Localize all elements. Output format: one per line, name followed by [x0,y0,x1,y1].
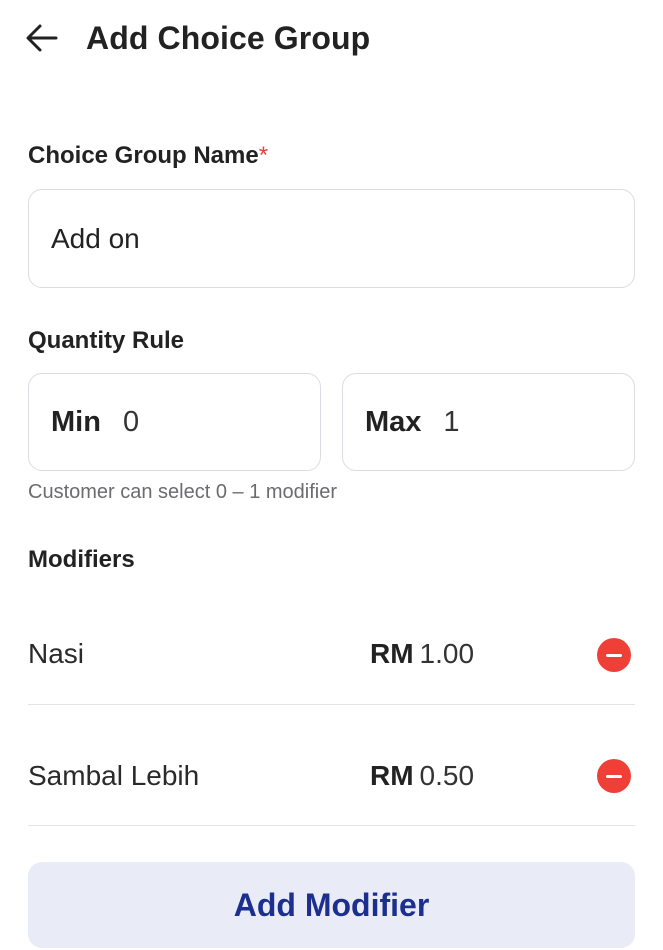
modifier-price: RM 0.50 [370,759,474,793]
modifier-price: RM 1.00 [370,637,474,671]
modifier-price-value: 1.00 [419,638,475,669]
min-quantity-field[interactable]: Min [28,373,321,471]
required-mark: * [258,142,269,169]
modifier-price-value: 0.50 [419,760,475,791]
arrow-left-icon [26,24,58,52]
modifier-name: Nasi [28,638,85,669]
quantity-helper-text: Customer can select 0 – 1 modifier [28,481,338,503]
modifier-row[interactable]: Sambal Lebih RM 0.50 [28,706,635,826]
remove-modifier-icon[interactable] [597,638,631,672]
add-modifier-button[interactable]: Add Modifier [28,862,635,948]
modifier-currency: RM [370,760,414,791]
max-quantity-field[interactable]: Max [342,373,635,471]
max-label: Max [365,405,422,438]
app-header: Add Choice Group [0,0,663,76]
modifier-currency: RM [370,638,414,669]
min-label: Min [51,405,101,438]
min-quantity-input[interactable] [122,405,243,439]
page-title: Add Choice Group [86,20,371,56]
modifier-name: Sambal Lebih [28,760,200,791]
modifiers-label: Modifiers [28,546,135,573]
choice-group-name-label-text: Choice Group Name [28,142,259,169]
add-modifier-label: Add Modifier [233,886,430,923]
quantity-rule-label: Quantity Rule [28,327,185,354]
choice-group-name-label: Choice Group Name* [28,141,268,171]
max-quantity-input[interactable] [443,405,564,439]
modifier-row[interactable]: Nasi RM 1.00 [28,585,635,705]
back-button[interactable] [22,20,64,56]
remove-modifier-icon[interactable] [597,759,631,793]
choice-group-name-input[interactable] [28,189,635,288]
